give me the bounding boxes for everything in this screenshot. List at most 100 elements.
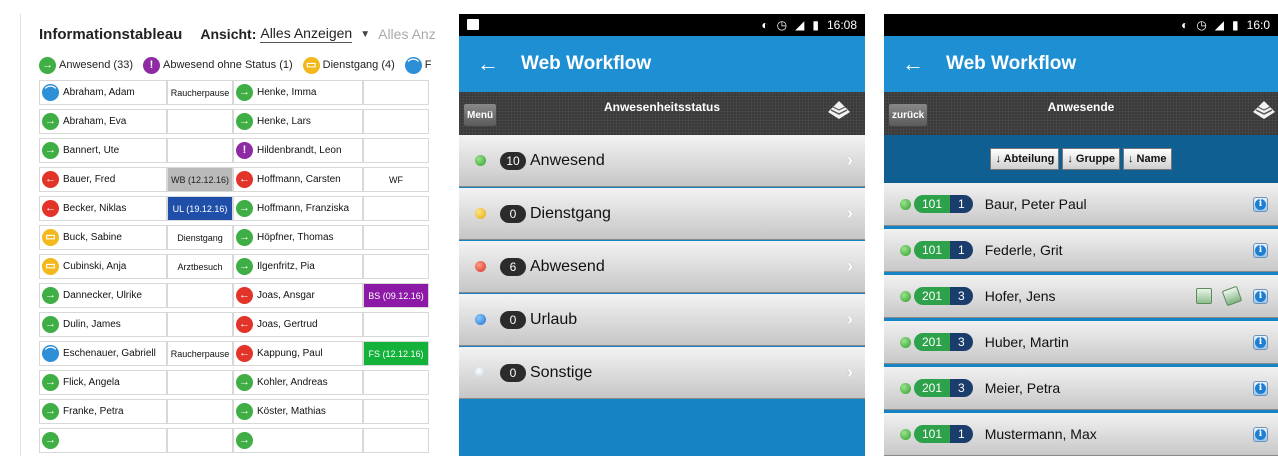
person-row[interactable]: 101 1 Federle, Grit i bbox=[884, 229, 1278, 272]
briefcase-icon: ▭ bbox=[42, 229, 59, 246]
app-title: Web Workflow bbox=[946, 53, 1077, 74]
chevron-right-icon: › bbox=[847, 150, 853, 170]
legend-item[interactable]: ! Abwesend ohne Status (1) bbox=[143, 56, 293, 74]
status-dot-icon bbox=[900, 336, 911, 348]
info-icon[interactable]: i bbox=[1253, 288, 1268, 304]
status-row-abwesend[interactable]: 6 Abwesend › bbox=[459, 241, 865, 293]
sort-button[interactable]: ↓ Gruppe bbox=[1062, 148, 1120, 170]
pencil-icon[interactable] bbox=[1221, 285, 1243, 307]
sort-bar: ↓ Abteilung ↓ Gruppe ↓ Name bbox=[884, 135, 1278, 183]
chevron-right-icon: › bbox=[847, 256, 853, 276]
employee-name-cell[interactable]: ⌒ Abraham, Adam bbox=[39, 80, 167, 105]
chevron-right-icon: › bbox=[847, 309, 853, 329]
arrow-in-icon: → bbox=[42, 287, 59, 304]
employee-name-cell[interactable]: → Flick, Angela bbox=[39, 370, 167, 395]
back-arrow-icon[interactable]: ← bbox=[902, 51, 924, 77]
employee-name-cell[interactable]: ▭ Cubinski, Anja bbox=[39, 254, 167, 279]
chevron-down-icon[interactable]: ▼ bbox=[360, 29, 370, 40]
attendees-list: 101 1 Baur, Peter Paul i 101 1 Federle, Grit i 2… bbox=[884, 183, 1278, 456]
employee-name-cell[interactable]: → bbox=[233, 428, 363, 453]
person-name: Hofer, Jens bbox=[984, 288, 1056, 304]
person-row[interactable]: 201 3 Huber, Martin i bbox=[884, 321, 1278, 364]
employee-name-cell[interactable]: → Abraham, Eva bbox=[39, 109, 167, 134]
employee-name-cell[interactable]: → Henke, Lars bbox=[233, 109, 363, 134]
employee-name-cell[interactable]: → Franke, Petra bbox=[39, 399, 167, 424]
employee-name-cell[interactable]: → Bannert, Ute bbox=[39, 138, 167, 163]
status-row-urlaub[interactable]: 0 Urlaub › bbox=[459, 294, 865, 346]
arrow-in-icon: → bbox=[236, 200, 253, 217]
view-option-next[interactable]: Alles Anz bbox=[378, 26, 436, 42]
employee-name-cell[interactable]: ! Hildenbrandt, Leon bbox=[233, 138, 363, 163]
status-row-sonstige[interactable]: 0 Sonstige › bbox=[459, 347, 865, 399]
vibrate-icon: ◐ bbox=[1181, 18, 1189, 32]
employee-name-cell[interactable]: ← Hoffmann, Carsten bbox=[233, 167, 363, 192]
employee-name-cell[interactable]: → bbox=[39, 428, 167, 453]
info-icon[interactable]: i bbox=[1253, 426, 1268, 442]
person-name: Federle, Grit bbox=[984, 242, 1063, 258]
employee-name-cell[interactable]: → Henke, Imma bbox=[233, 80, 363, 105]
android-status-bar: ◐ ◷ ◢ ▮ 16:08 bbox=[459, 14, 865, 36]
employee-name: Kohler, Andreas bbox=[257, 377, 328, 388]
employee-name-cell[interactable]: → Dulin, James bbox=[39, 312, 167, 337]
exclamation-icon: ! bbox=[143, 56, 160, 74]
employee-name-cell[interactable]: → Kohler, Andreas bbox=[233, 370, 363, 395]
legend-item[interactable]: → Anwesend (33) bbox=[39, 56, 133, 74]
status-note-cell bbox=[363, 428, 429, 453]
employee-name-cell[interactable]: ← Joas, Gertrud bbox=[233, 312, 363, 337]
employee-name: Cubinski, Anja bbox=[63, 261, 127, 272]
info-icon[interactable]: i bbox=[1253, 196, 1268, 212]
status-dot-icon bbox=[900, 428, 911, 440]
view-select[interactable]: Alles Anzeigen bbox=[260, 25, 353, 43]
person-row[interactable]: 201 3 Hofer, Jens i bbox=[884, 275, 1278, 318]
status-note-cell bbox=[167, 370, 233, 395]
clock: 16:08 bbox=[826, 18, 857, 32]
employee-name-cell[interactable]: → Hoffmann, Franziska bbox=[233, 196, 363, 221]
employee-name-cell[interactable]: ⌒ Eschenauer, Gabriell bbox=[39, 341, 167, 366]
person-row[interactable]: 101 1 Baur, Peter Paul i bbox=[884, 183, 1278, 226]
status-label: Dienstgang bbox=[530, 204, 611, 222]
employee-name-cell[interactable]: ← Bauer, Fred bbox=[39, 167, 167, 192]
employee-name-cell[interactable]: → Ilgenfritz, Pia bbox=[233, 254, 363, 279]
employee-name-cell[interactable]: ← Kappung, Paul bbox=[233, 341, 363, 366]
app-bar: ← Web Workflow bbox=[884, 36, 1278, 92]
arrow-out-icon: ← bbox=[236, 171, 253, 188]
status-note-cell: Arztbesuch bbox=[167, 254, 233, 279]
employee-name: Dannecker, Ulrike bbox=[63, 290, 142, 301]
info-icon[interactable]: i bbox=[1253, 334, 1268, 350]
clock: 16:0 bbox=[1246, 18, 1270, 32]
legend-item[interactable]: ▭ Dienstgang (4) bbox=[302, 56, 395, 74]
status-note-cell: UL (19.12.16) bbox=[167, 196, 233, 221]
status-dot-icon bbox=[900, 382, 911, 394]
employee-name-cell[interactable]: → Dannecker, Ulrike bbox=[39, 283, 167, 308]
person-row[interactable]: 201 3 Meier, Petra i bbox=[884, 367, 1278, 410]
employee-name: Henke, Imma bbox=[257, 87, 317, 98]
status-label: Urlaub bbox=[530, 310, 578, 328]
employee-name-cell[interactable]: → Köster, Mathias bbox=[233, 399, 363, 424]
info-icon[interactable]: i bbox=[1253, 242, 1268, 258]
status-note-cell bbox=[363, 312, 429, 337]
legend-item[interactable]: ⌒ F bbox=[404, 56, 432, 74]
status-row-dienstgang[interactable]: 0 Dienstgang › bbox=[459, 188, 865, 240]
employee-name-cell[interactable]: → Höpfner, Thomas bbox=[233, 225, 363, 250]
status-row-anwesend[interactable]: 10 Anwesend › bbox=[459, 135, 865, 187]
department-badge: 101 bbox=[914, 241, 951, 259]
employee-name-cell[interactable]: ← Joas, Ansgar bbox=[233, 283, 363, 308]
employee-name: Joas, Gertrud bbox=[257, 319, 318, 330]
employee-name: Abraham, Eva bbox=[63, 116, 127, 127]
edit-note-icon[interactable] bbox=[1196, 288, 1212, 304]
employee-name-cell[interactable]: ▭ Buck, Sabine bbox=[39, 225, 167, 250]
status-legend: → Anwesend (33)! Abwesend ohne Status (1) ▭… bbox=[21, 54, 442, 76]
sort-button[interactable]: ↓ Name bbox=[1123, 148, 1172, 170]
status-dot-icon bbox=[475, 155, 486, 166]
employee-name-cell[interactable]: ← Becker, Niklas bbox=[39, 196, 167, 221]
employee-name: Becker, Niklas bbox=[63, 203, 127, 214]
arrow-out-icon: ← bbox=[236, 287, 253, 304]
sort-button[interactable]: ↓ Abteilung bbox=[990, 148, 1060, 170]
employee-name: Flick, Angela bbox=[63, 377, 120, 388]
info-icon[interactable]: i bbox=[1253, 380, 1268, 396]
person-row[interactable]: 101 1 Mustermann, Max i bbox=[884, 413, 1278, 456]
back-arrow-icon[interactable]: ← bbox=[477, 51, 499, 77]
legend-label: Abwesend ohne Status (1) bbox=[163, 59, 293, 71]
tableau-header: Informationstableau Ansicht: Alles Anzei… bbox=[21, 14, 442, 54]
department-badge: 201 bbox=[914, 379, 951, 397]
